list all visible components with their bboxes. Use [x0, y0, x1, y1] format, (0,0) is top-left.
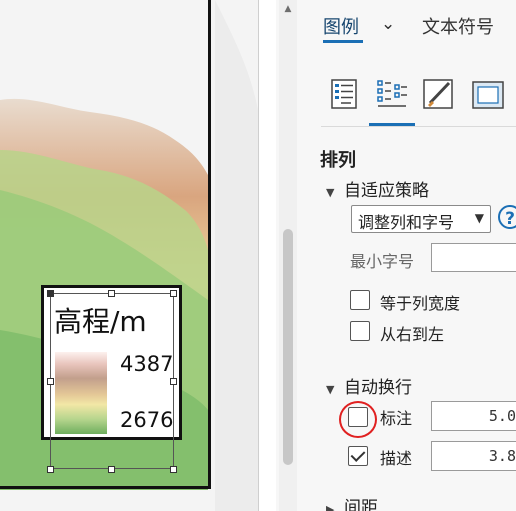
help-icon[interactable]: ?	[498, 205, 516, 229]
group-fitting-label: 自适应策略	[344, 181, 429, 201]
wrap-label-width-value: 5.0	[488, 407, 516, 425]
tab-text-symbol[interactable]: 文本符号	[422, 13, 494, 39]
chevron-down-icon: ▼	[474, 211, 484, 225]
equal-column-width-label: 等于列宽度	[380, 294, 461, 313]
section-title-arrangement: 排列	[320, 150, 356, 171]
chevron-down-icon[interactable]: ▼	[326, 186, 344, 199]
equal-column-width-checkbox[interactable]	[350, 290, 370, 310]
fitting-strategy-select[interactable]: 调整列和字号 ▼	[351, 205, 491, 233]
chevron-right-icon[interactable]: ▶	[326, 503, 344, 511]
resize-handle-right[interactable]	[170, 378, 177, 385]
min-font-size-input[interactable]	[431, 243, 516, 272]
selection-frame[interactable]	[50, 293, 174, 469]
legend-options-icon[interactable]	[325, 74, 365, 114]
wrap-description-text: 描述	[380, 449, 413, 468]
wrap-label-width-input[interactable]: 5.0	[431, 401, 516, 431]
resize-handle-top-left[interactable]	[47, 290, 54, 297]
scrollbar-thumb[interactable]	[283, 229, 293, 465]
group-text-wrap-label: 自动换行	[344, 378, 412, 398]
map-view[interactable]: 高程/m 4387 2676	[0, 0, 258, 511]
resize-handle-bottom[interactable]	[108, 466, 115, 473]
chevron-down-icon[interactable]: ▼	[326, 383, 344, 396]
resize-handle-bottom-left[interactable]	[47, 466, 54, 473]
wrap-description-width-value: 3.8	[488, 447, 516, 465]
resize-handle-top[interactable]	[108, 290, 115, 297]
pane-splitter[interactable]	[258, 0, 277, 511]
toolbar-divider	[321, 126, 516, 127]
fitting-strategy-value: 调整列和字号	[358, 213, 455, 232]
right-to-left-checkbox[interactable]	[350, 321, 370, 341]
min-font-size-label: 最小字号	[350, 252, 415, 271]
format-legend-pane: ▲ 图例 ⌄ 文本符号 排列 ▼ 自适应策略 调整列和字号 ▼ ? 最小字号 等…	[276, 0, 516, 511]
wrap-description-checkbox[interactable]	[348, 446, 368, 466]
resize-handle-top-right[interactable]	[170, 290, 177, 297]
display-frame-icon[interactable]	[467, 74, 507, 114]
highlight-circle	[339, 401, 377, 438]
brush-icon[interactable]	[419, 74, 459, 114]
group-spacing[interactable]: ▶ 间距	[326, 493, 378, 511]
arrangement-icon[interactable]	[372, 74, 412, 114]
chevron-down-icon[interactable]: ⌄	[381, 14, 395, 34]
active-tab-indicator	[323, 40, 363, 43]
tab-legend[interactable]: 图例	[323, 13, 359, 39]
wrap-description-width-input[interactable]: 3.8	[431, 441, 516, 471]
resize-handle-bottom-right[interactable]	[170, 466, 177, 473]
resize-handle-left[interactable]	[47, 378, 54, 385]
group-text-wrap[interactable]: ▼ 自动换行	[326, 373, 412, 398]
group-fitting-strategy[interactable]: ▼ 自适应策略	[326, 176, 429, 201]
group-spacing-label: 间距	[344, 498, 378, 511]
vertical-scrollbar[interactable]: ▲	[279, 0, 297, 511]
scroll-up-icon[interactable]: ▲	[279, 2, 297, 16]
right-to-left-label: 从右到左	[380, 325, 445, 344]
wrap-label-text: 标注	[380, 409, 413, 428]
